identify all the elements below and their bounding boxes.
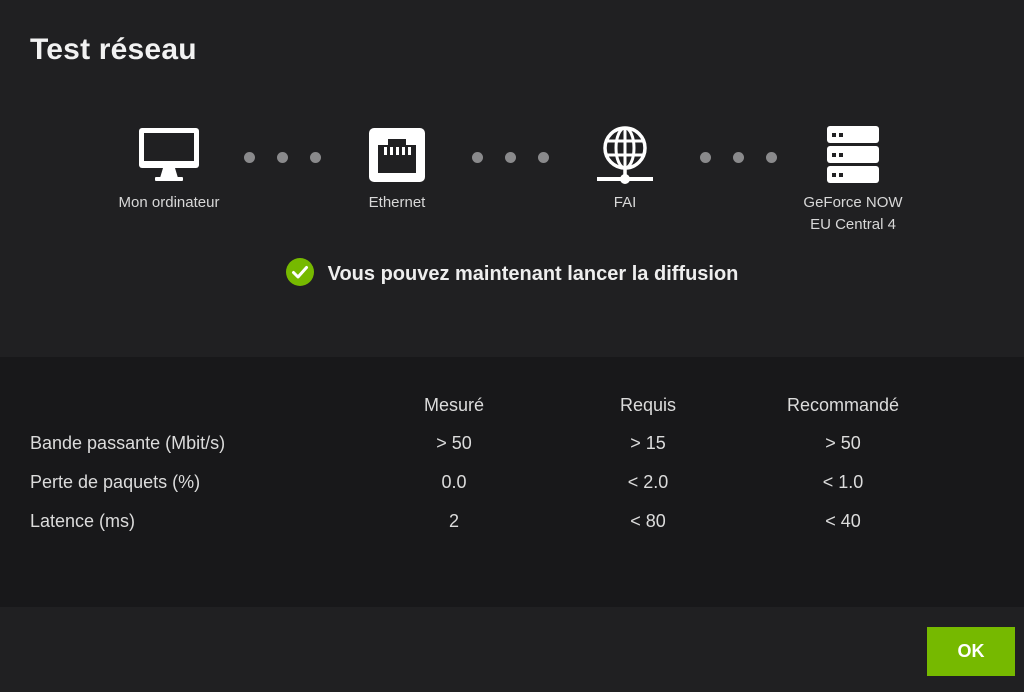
node-label: FAI: [613, 194, 637, 211]
ethernet-port-icon: [368, 120, 426, 188]
row-label-packet-loss: Perte de paquets (%): [30, 472, 201, 492]
row-label-latency: Latence (ms): [30, 511, 136, 531]
node-label-line2: EU Central 4: [810, 216, 896, 233]
connector-dots: [472, 152, 549, 163]
status-message: Vous pouvez maintenant lancer la diffusi…: [327, 263, 739, 285]
dot: [538, 152, 549, 163]
node-isp: FAI: [535, 120, 715, 214]
cell-latency-measured: 2: [448, 511, 460, 531]
dot: [733, 152, 744, 163]
dot: [766, 152, 777, 163]
connection-diagram: Mon ordinateur Ethernet FAI GeForce NOW …: [0, 120, 1024, 240]
ok-button[interactable]: OK: [927, 627, 1015, 676]
column-header-measured: Mesuré: [423, 395, 485, 415]
dot: [472, 152, 483, 163]
node-label: Ethernet: [368, 194, 426, 211]
node-label-line1: GeForce NOW: [803, 194, 903, 211]
connector-dots: [244, 152, 321, 163]
dot: [700, 152, 711, 163]
monitor-icon: [137, 120, 201, 188]
cell-packet-loss-measured: 0.0: [441, 472, 467, 492]
status-row: Vous pouvez maintenant lancer la diffusi…: [0, 258, 1024, 291]
cell-bandwidth-measured: > 50: [436, 433, 472, 453]
connector-dots: [700, 152, 777, 163]
column-header-required: Requis: [619, 395, 677, 415]
cell-bandwidth-recommended: > 50: [825, 433, 861, 453]
globe-network-icon: [595, 120, 655, 188]
dot: [244, 152, 255, 163]
cell-latency-required: < 80: [630, 511, 666, 531]
network-test-dialog: Test réseau Mon ordinateur Ethernet FAI …: [0, 0, 1024, 692]
stats-table: Mesuré Requis Recommandé Bande passante …: [0, 357, 1024, 607]
server-rack-icon: [826, 120, 880, 188]
row-label-bandwidth: Bande passante (Mbit/s): [30, 433, 226, 453]
cell-bandwidth-required: > 15: [630, 433, 666, 453]
check-circle-icon: [285, 258, 314, 291]
dialog-title: Test réseau: [30, 33, 197, 66]
cell-packet-loss-required: < 2.0: [627, 472, 669, 492]
dot: [310, 152, 321, 163]
node-geforce-now-server: GeForce NOW EU Central 4: [763, 120, 943, 236]
node-my-computer: Mon ordinateur: [79, 120, 259, 214]
dot: [277, 152, 288, 163]
node-label: Mon ordinateur: [118, 194, 220, 211]
cell-latency-recommended: < 40: [825, 511, 861, 531]
column-header-recommended: Recommandé: [786, 395, 900, 415]
node-ethernet: Ethernet: [307, 120, 487, 214]
dot: [505, 152, 516, 163]
cell-packet-loss-recommended: < 1.0: [822, 472, 864, 492]
node-label: GeForce NOW EU Central 4: [803, 192, 902, 236]
